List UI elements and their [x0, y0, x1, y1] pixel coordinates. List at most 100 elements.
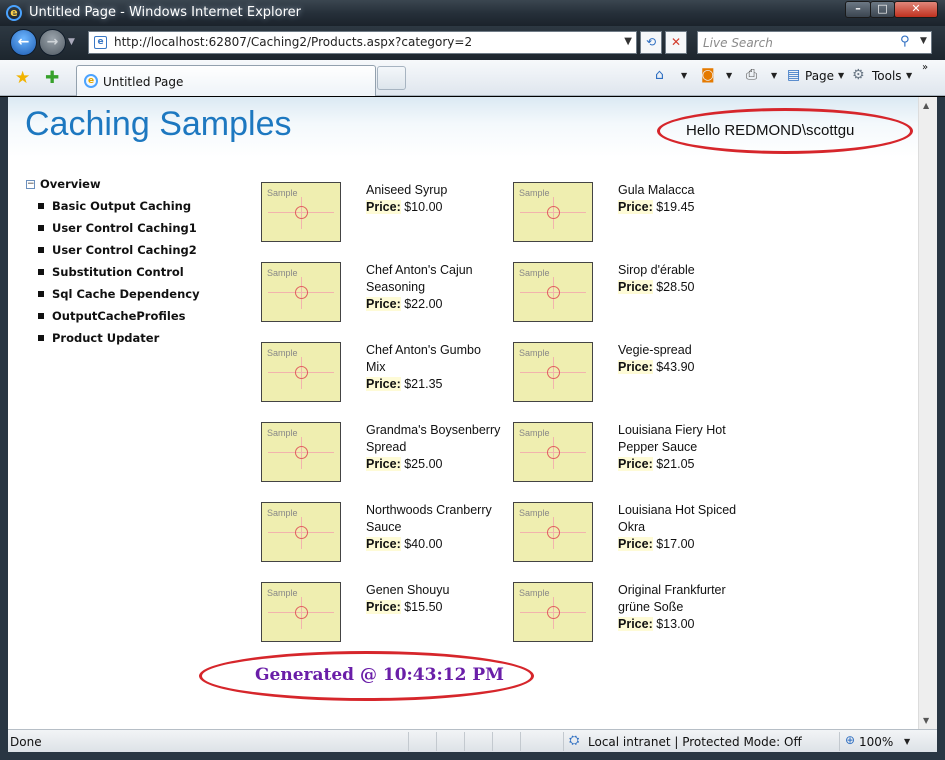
nav-item-label[interactable]: User Control Caching2 — [52, 243, 197, 257]
back-button[interactable]: ← — [10, 29, 37, 56]
collapse-toggle-icon[interactable]: − — [26, 180, 35, 189]
zoom-level[interactable]: 100% — [859, 735, 893, 749]
product-price: $15.50 — [404, 600, 443, 614]
product-card: Sample Northwoods Cranberry Sauce Price: … — [261, 502, 501, 564]
address-bar[interactable]: e http://localhost:62807/Caching2/Produc… — [88, 31, 637, 54]
status-bar: Done ⛭ Local intranet | Protected Mode: … — [8, 729, 937, 752]
home-icon[interactable]: ⌂ — [655, 67, 664, 83]
security-zone[interactable]: Local intranet | Protected Mode: Off — [588, 735, 802, 749]
product-price: $22.00 — [404, 297, 443, 311]
nav-item-label[interactable]: Sql Cache Dependency — [52, 287, 200, 301]
printer-icon[interactable]: ⎙ — [746, 67, 757, 83]
annotation-oval-greeting — [657, 108, 913, 154]
nav-item-label[interactable]: Substitution Control — [52, 265, 184, 279]
search-icon[interactable]: ⚲ — [900, 34, 910, 49]
nav-item-label[interactable]: User Control Caching1 — [52, 221, 197, 235]
product-name: Northwoods Cranberry Sauce — [366, 503, 492, 534]
product-thumbnail: Sample — [513, 342, 593, 402]
zoom-dropdown-icon[interactable]: ▼ — [904, 737, 910, 746]
price-label: Price: — [366, 297, 401, 311]
price-label: Price: — [366, 377, 401, 391]
ie-logo-icon: e — [6, 5, 22, 21]
price-label: Price: — [618, 457, 653, 471]
tab-page-icon: e — [84, 74, 98, 88]
thumbnail-label: Sample — [519, 188, 550, 198]
price-label: Price: — [618, 537, 653, 551]
nav-item-label[interactable]: Product Updater — [52, 331, 159, 345]
nav-root-label[interactable]: Overview — [40, 177, 101, 191]
product-name: Vegie-spread — [618, 343, 692, 357]
stop-button[interactable]: ✕ — [665, 31, 687, 54]
scroll-down-icon[interactable]: ▼ — [923, 716, 929, 725]
back-arrow-icon: ← — [17, 34, 30, 50]
product-name: Sirop d'érable — [618, 263, 695, 277]
tools-menu[interactable]: Tools — [872, 69, 902, 83]
gear-icon: ⚙ — [852, 67, 865, 83]
annotation-oval-timestamp — [199, 651, 534, 701]
window-frame-bottom — [0, 752, 945, 760]
page-dropdown-icon[interactable]: ▼ — [838, 71, 844, 80]
thumbnail-label: Sample — [519, 588, 550, 598]
product-thumbnail: Sample — [261, 502, 341, 562]
product-name: Chef Anton's Cajun Seasoning — [366, 263, 473, 294]
product-card: Sample Vegie-spread Price: $43.90 — [513, 342, 753, 404]
product-thumbnail: Sample — [513, 582, 593, 642]
price-label: Price: — [618, 617, 653, 631]
tab-command-bar: ★ ✚ e Untitled Page ⌂ ▼ ◙ ▼ ⎙ ▼ ▤ Page ▼… — [0, 60, 945, 96]
product-name: Gula Malacca — [618, 183, 695, 197]
search-placeholder: Live Search — [703, 36, 773, 50]
nav-item-label[interactable]: Basic Output Caching — [52, 199, 191, 213]
tab-untitled-page[interactable]: e Untitled Page — [76, 65, 376, 96]
product-card: Sample Louisiana Hot Spiced Okra Price: $… — [513, 502, 753, 564]
window-frame-right — [937, 97, 945, 760]
product-thumbnail: Sample — [261, 422, 341, 482]
print-dropdown-icon[interactable]: ▼ — [771, 71, 777, 80]
new-tab-button[interactable] — [377, 66, 406, 90]
price-label: Price: — [366, 200, 401, 214]
product-price: $13.00 — [656, 617, 695, 631]
product-name: Aniseed Syrup — [366, 183, 448, 197]
scroll-up-icon[interactable]: ▲ — [923, 101, 929, 110]
local-intranet-icon: ⛭ — [569, 733, 580, 748]
bullet-icon — [38, 247, 44, 253]
window-frame-left — [0, 97, 8, 760]
product-price: $17.00 — [656, 537, 695, 551]
search-input[interactable]: Live Search ⚲ ▼ — [697, 31, 932, 54]
bullet-icon — [38, 269, 44, 275]
refresh-button[interactable]: ⟲ — [640, 31, 662, 54]
close-button[interactable]: ✕ — [894, 1, 938, 18]
product-card: Sample Grandma's Boysenberry Spread Price… — [261, 422, 501, 484]
product-card: Sample Aniseed Syrup Price: $10.00 — [261, 182, 501, 244]
product-price: $40.00 — [404, 537, 443, 551]
home-dropdown-icon[interactable]: ▼ — [681, 71, 687, 80]
price-label: Price: — [366, 600, 401, 614]
page-menu[interactable]: Page — [805, 69, 834, 83]
feeds-dropdown-icon[interactable]: ▼ — [726, 71, 732, 80]
tools-dropdown-icon[interactable]: ▼ — [906, 71, 912, 80]
page-title: Caching Samples — [25, 105, 292, 143]
vertical-scrollbar[interactable]: ▲ ▼ — [918, 97, 937, 729]
product-name: Grandma's Boysenberry Spread — [366, 423, 501, 454]
rss-feed-icon[interactable]: ◙ — [701, 67, 715, 83]
product-name: Louisiana Hot Spiced Okra — [618, 503, 737, 534]
forward-button[interactable]: → — [39, 29, 66, 56]
price-label: Price: — [618, 200, 653, 214]
chevron-more-icon[interactable]: » — [922, 62, 928, 73]
maximize-button[interactable]: □ — [870, 1, 895, 18]
address-dropdown-icon[interactable]: ▼ — [624, 36, 632, 47]
thumbnail-label: Sample — [267, 428, 298, 438]
refresh-icon: ⟲ — [645, 35, 657, 49]
favorites-star-icon[interactable]: ★ — [15, 68, 30, 88]
zoom-icon: ⊕ — [845, 733, 856, 747]
product-card: Sample Louisiana Fiery Hot Pepper Sauce P… — [513, 422, 753, 484]
product-card: Sample Chef Anton's Gumbo Mix Price: $21.… — [261, 342, 501, 404]
minimize-button[interactable]: – — [845, 1, 871, 18]
nav-item-label[interactable]: OutputCacheProfiles — [52, 309, 186, 323]
recent-pages-dropdown[interactable]: ▼ — [68, 37, 75, 47]
price-label: Price: — [366, 537, 401, 551]
address-url[interactable]: http://localhost:62807/Caching2/Products… — [114, 35, 472, 49]
thumbnail-label: Sample — [267, 508, 298, 518]
product-thumbnail: Sample — [261, 262, 341, 322]
add-favorites-icon[interactable]: ✚ — [45, 68, 59, 88]
search-options-dropdown-icon[interactable]: ▼ — [920, 36, 927, 46]
